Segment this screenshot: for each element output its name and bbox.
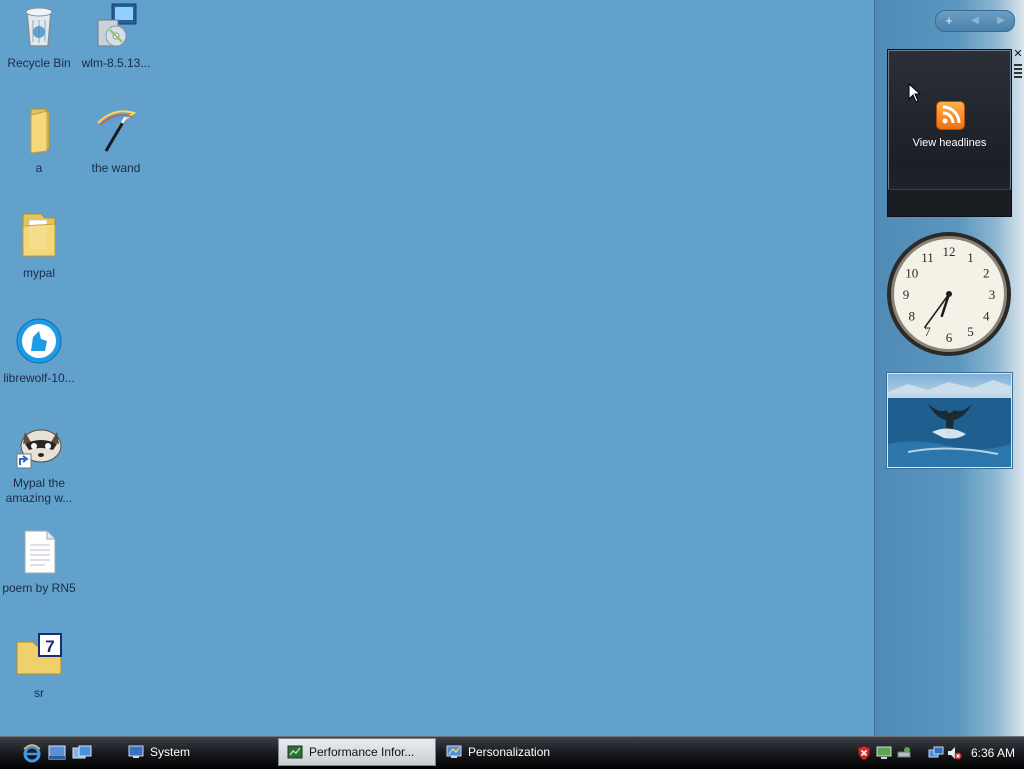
desktop-icon-label: Recycle Bin — [7, 56, 71, 70]
recycle-bin-icon — [15, 2, 63, 50]
close-gadget-button[interactable]: ✕ — [1013, 48, 1023, 60]
text-document-icon — [15, 527, 63, 575]
taskbar-button-personalization[interactable]: Personalization — [438, 738, 594, 766]
desktop-icon-label: wlm-8.5.13... — [81, 56, 151, 70]
clock-number: 6 — [946, 330, 953, 345]
gadget-footer — [888, 189, 1011, 216]
whale-tail-photo — [888, 380, 1011, 467]
taskbar-button-system[interactable]: System — [120, 738, 276, 766]
volume-muted-icon[interactable] — [946, 745, 962, 761]
clock-number: 11 — [921, 250, 934, 265]
next-page-button[interactable]: ▶ — [988, 11, 1014, 31]
clock-number: 10 — [905, 266, 918, 281]
view-headlines-link[interactable]: View headlines — [888, 137, 1011, 149]
mouse-cursor-icon — [908, 83, 922, 103]
taskbar-button-label: Personalization — [468, 745, 551, 759]
librewolf-icon — [15, 317, 63, 365]
taskbar-button-label: Performance Infor... — [309, 745, 415, 759]
desktop-icon-librewolf[interactable]: librewolf-10... — [0, 317, 78, 386]
desktop-icon-label: mypal — [22, 266, 55, 280]
clock-number: 12 — [943, 244, 956, 259]
clock-number: 8 — [909, 309, 916, 324]
previous-page-button[interactable]: ◀ — [962, 11, 988, 31]
taskbar: System Performance Infor... Personalizat… — [0, 736, 1024, 769]
clock-gadget[interactable]: 12 1234567891011 — [886, 231, 1012, 357]
network-status-icon[interactable] — [928, 745, 944, 761]
switch-windows-icon[interactable] — [72, 743, 92, 763]
folder-icon — [15, 212, 63, 260]
desktop-icon-label: a — [35, 161, 43, 175]
desktop-icon-label: librewolf-10... — [3, 371, 75, 385]
raccoon-shortcut-icon — [15, 422, 63, 470]
desktop-icon-label: Mypal the amazing w... — [5, 476, 73, 505]
desktop-icon-recycle-bin[interactable]: Recycle Bin — [0, 2, 78, 71]
desktop-icon-folder-a[interactable]: a — [0, 107, 78, 176]
drag-gadget-handle[interactable] — [1014, 64, 1022, 78]
desktop-icon-the-wand[interactable]: the wand — [77, 107, 155, 176]
folder-icon — [15, 107, 63, 155]
taskbar-button-label: System — [150, 745, 191, 759]
folder-7z-icon: 7 — [15, 632, 63, 680]
installer-icon — [92, 2, 140, 50]
rss-feed-icon — [937, 102, 964, 129]
desktop-icon-label: poem by RN5 — [2, 581, 76, 595]
desktop-icon-wlm-installer[interactable]: wlm-8.5.13... — [77, 2, 155, 71]
desktop-icon-mypal-shortcut[interactable]: Mypal the amazing w... — [0, 422, 78, 506]
clock-number: 1 — [967, 250, 974, 265]
security-alert-icon[interactable] — [856, 745, 872, 761]
slideshow-gadget[interactable] — [887, 373, 1012, 468]
clock-number: 9 — [903, 287, 910, 302]
desktop-icon-sr[interactable]: 7 sr — [0, 632, 78, 701]
desktop-icon-label: sr — [34, 686, 44, 700]
performance-chart-icon — [287, 745, 303, 759]
clock-number: 4 — [983, 309, 990, 324]
show-desktop-icon[interactable] — [47, 743, 67, 763]
system-monitor-icon — [128, 745, 144, 759]
desktop-icon-label: the wand — [91, 161, 141, 175]
desktop: Recycle Bin wlm-8.5.13... a the wand myp… — [0, 0, 874, 736]
safely-remove-hardware-icon[interactable] — [896, 745, 912, 761]
clock-number: 5 — [967, 324, 974, 339]
taskbar-button-performance-information[interactable]: Performance Infor... — [278, 738, 436, 766]
system-clock[interactable]: 6:36 AM — [971, 746, 1015, 760]
internet-explorer-icon[interactable] — [22, 743, 42, 763]
svg-text:7: 7 — [45, 637, 54, 656]
feed-headlines-gadget[interactable]: View headlines — [887, 49, 1012, 217]
clock-number: 3 — [989, 287, 996, 302]
magic-wand-icon — [92, 107, 140, 155]
clock-number: 2 — [983, 266, 990, 281]
personalization-monitor-icon — [446, 745, 462, 759]
desktop-icon-mypal-folder[interactable]: mypal — [0, 212, 78, 281]
sidebar-controls: + ◀ ▶ — [935, 10, 1015, 32]
notification-area: 6:36 AM — [850, 737, 1024, 769]
network-computer-icon[interactable] — [876, 745, 892, 761]
add-gadget-button[interactable]: + — [936, 11, 962, 31]
desktop-icon-poem[interactable]: poem by RN5 — [0, 527, 78, 596]
